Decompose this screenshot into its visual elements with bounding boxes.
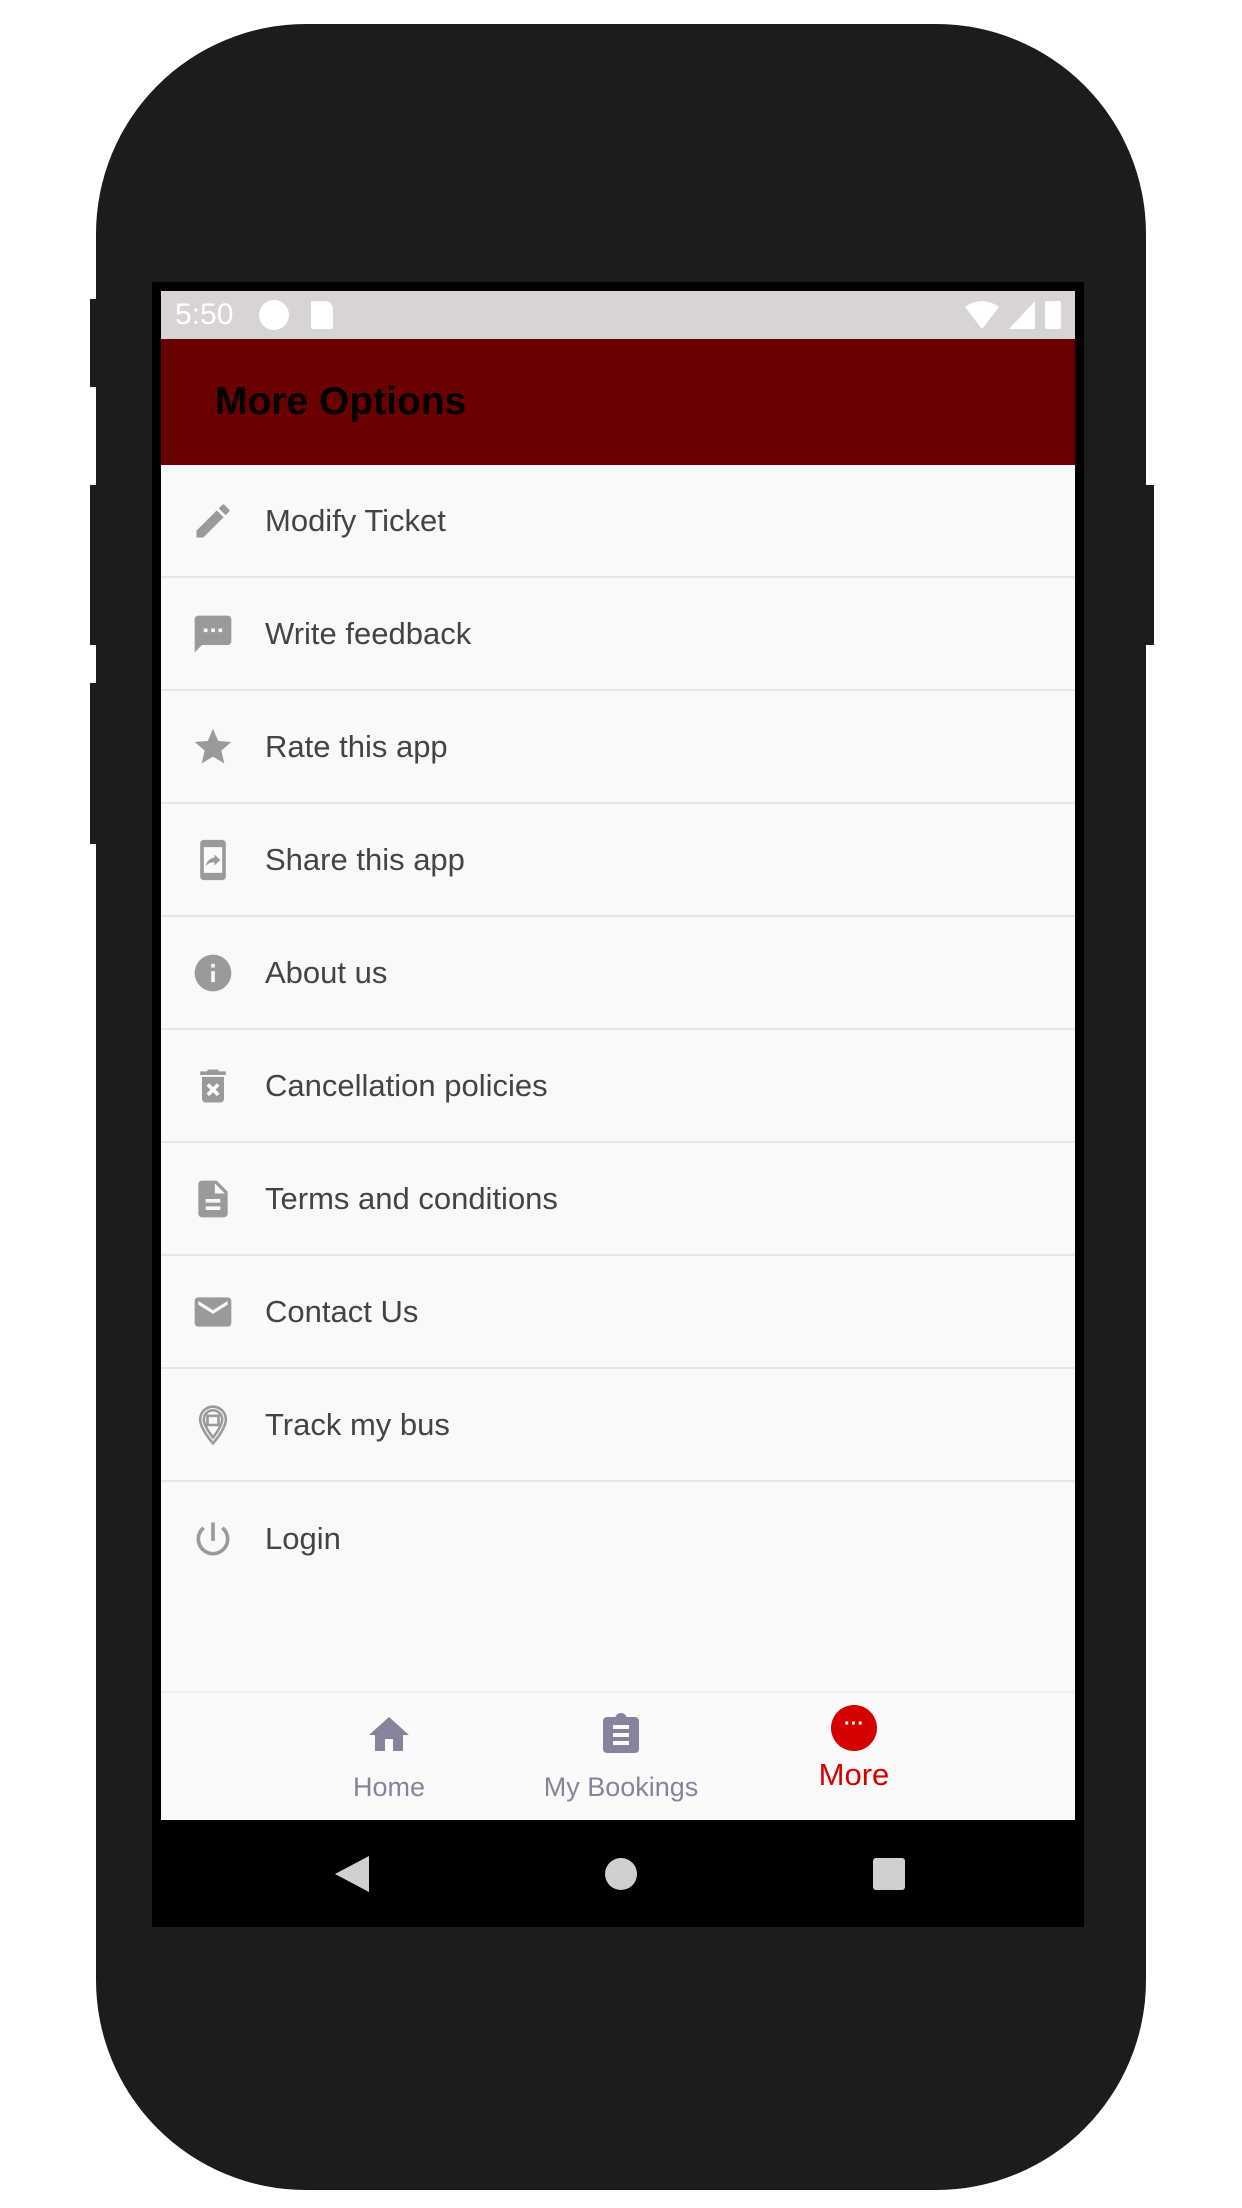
menu-item-login[interactable]: Login <box>161 1482 1075 1595</box>
menu-item-modify-ticket[interactable]: Modify Ticket <box>161 465 1075 578</box>
menu-item-label: Write feedback <box>265 615 472 651</box>
wifi-icon <box>965 301 999 329</box>
notification-icon <box>259 300 290 330</box>
android-navigation-bar <box>161 1820 1075 1927</box>
clipboard-icon <box>603 1713 639 1753</box>
menu-item-write-feedback[interactable]: Write feedback <box>161 578 1075 691</box>
bottom-navigation: Home My Bookings ··· More <box>161 1691 1075 1820</box>
pencil-icon <box>161 499 265 543</box>
menu-item-label: Track my bus <box>265 1406 450 1442</box>
menu-item-cancellation-policies[interactable]: Cancellation policies <box>161 1030 1075 1143</box>
volume-up-button <box>90 485 98 645</box>
battery-icon <box>1045 301 1061 329</box>
more-icon: ··· <box>831 1705 877 1751</box>
mail-icon <box>161 1290 265 1334</box>
menu-item-label: Rate this app <box>265 728 448 764</box>
menu-item-label: Share this app <box>265 841 465 877</box>
volume-down-button <box>90 683 98 844</box>
menu-item-about-us[interactable]: About us <box>161 917 1075 1030</box>
status-time: 5:50 <box>175 298 234 331</box>
star-icon <box>161 725 265 769</box>
delete-icon <box>161 1064 265 1108</box>
back-icon[interactable] <box>335 1856 369 1892</box>
nav-label: My Bookings <box>543 1772 699 1802</box>
sd-card-icon <box>311 301 334 329</box>
nav-label: Home <box>352 1772 426 1802</box>
menu-item-label: Modify Ticket <box>265 502 446 538</box>
menu-list: Modify Ticket Write feedback Rate this a… <box>161 465 1075 1595</box>
nav-label: More <box>818 1757 890 1792</box>
status-bar: 5:50 <box>161 291 1075 339</box>
power-button <box>1144 485 1154 645</box>
power-icon <box>161 1517 265 1561</box>
share-icon <box>161 838 265 882</box>
home-button-icon[interactable] <box>605 1858 637 1890</box>
recents-icon[interactable] <box>873 1858 905 1890</box>
info-icon <box>161 951 265 995</box>
menu-item-label: Cancellation policies <box>265 1067 548 1103</box>
menu-item-label: Login <box>265 1520 341 1556</box>
feedback-icon <box>161 612 265 656</box>
document-icon <box>161 1177 265 1221</box>
menu-item-contact-us[interactable]: Contact Us <box>161 1256 1075 1369</box>
nav-home[interactable]: Home <box>289 1711 489 1803</box>
side-button <box>90 299 98 387</box>
page-title: More Options <box>215 380 467 423</box>
bus-location-icon <box>161 1403 265 1447</box>
menu-item-rate-app[interactable]: Rate this app <box>161 691 1075 804</box>
menu-item-terms[interactable]: Terms and conditions <box>161 1143 1075 1256</box>
menu-item-label: About us <box>265 954 388 990</box>
menu-item-label: Terms and conditions <box>265 1180 558 1216</box>
menu-item-share-app[interactable]: Share this app <box>161 804 1075 917</box>
menu-item-label: Contact Us <box>265 1293 419 1329</box>
nav-more[interactable]: ··· More <box>754 1705 954 1793</box>
app-bar: More Options <box>161 339 1075 465</box>
signal-icon <box>1009 301 1035 329</box>
nav-my-bookings[interactable]: My Bookings <box>521 1711 721 1803</box>
screen: 5:50 More Options Modify Ticket Write fe… <box>161 291 1075 1820</box>
home-icon <box>369 1717 409 1751</box>
menu-item-track-bus[interactable]: Track my bus <box>161 1369 1075 1482</box>
